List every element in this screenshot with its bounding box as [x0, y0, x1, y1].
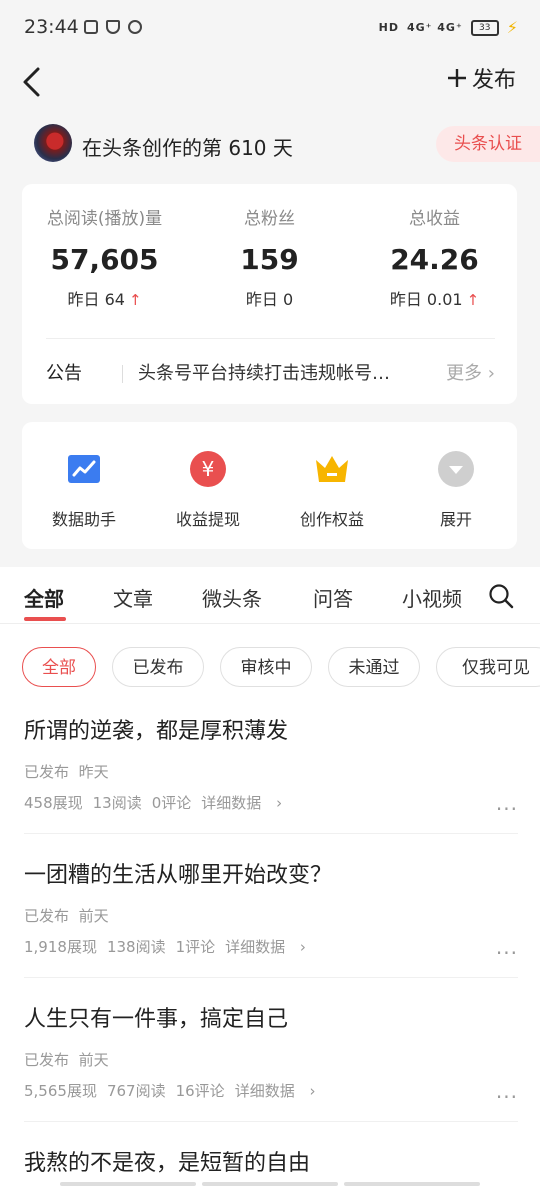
stat-value: 159 [240, 243, 299, 276]
article-item[interactable]: 一团糟的生活从哪里开始改变？ 已发布 前天 1,918展现 138阅读 1评论 详细数… [24, 857, 518, 978]
article-stats: 1,918展现 138阅读 1评论 详细数据 › [24, 938, 306, 956]
tab-qa[interactable]: 问答 [313, 583, 353, 612]
charging-icon: ⚡ [506, 18, 518, 37]
article-stats: 458展现 13阅读 0评论 详细数据 › [24, 794, 283, 812]
article-item[interactable]: 我熬的不是夜，是短暂的自由 [24, 1145, 518, 1185]
article-meta: 已发布 前天 [24, 1051, 109, 1069]
article-stats: 5,565展现 767阅读 16评论 详细数据 › [24, 1082, 316, 1100]
stat-yesterday: 昨日 64 ↑ [67, 290, 142, 309]
tool-expand[interactable]: 展开 [394, 450, 518, 530]
shield-icon [106, 20, 120, 34]
gesture-segment [60, 1182, 196, 1186]
chevron-right-icon: › [487, 363, 495, 384]
plus-icon [447, 69, 466, 87]
filter-all[interactable]: 全部 [22, 647, 96, 687]
stat-label: 总粉丝 [244, 209, 295, 229]
announcement-more-link[interactable]: 更多 › [446, 359, 495, 385]
divider [122, 365, 123, 383]
article-meta: 已发布 前天 [24, 907, 109, 925]
creation-days-text: 在头条创作的第 610 天 [82, 136, 293, 160]
stat-total-income[interactable]: 总收益 24.26 昨日 0.01 ↑ [352, 204, 517, 310]
content-panel: 全部 文章 微头条 问答 小视频 全部 已发布 审核中 未通过 仅我可见 所谓的… [0, 567, 540, 1188]
tool-label: 展开 [439, 510, 472, 529]
tool-label: 数据助手 [51, 510, 116, 529]
crown-icon [316, 456, 348, 482]
more-options-icon[interactable]: ··· [496, 797, 518, 821]
announcement-label: 公告 [46, 363, 82, 384]
profile-row: 在头条创作的第 610 天 头条认证 [0, 124, 540, 166]
toutiao-app-icon [84, 20, 98, 34]
tab-micro-posts[interactable]: 微头条 [202, 583, 262, 612]
stat-yesterday: 昨日 0.01 ↑ [389, 290, 480, 309]
content-tabs: 全部 文章 微头条 问答 小视频 [0, 567, 540, 624]
tool-income-withdraw[interactable]: ¥ 收益提现 [146, 450, 270, 530]
message-icon [128, 20, 142, 34]
tool-label: 收益提现 [175, 510, 240, 529]
filter-published[interactable]: 已发布 [112, 647, 204, 687]
chevron-down-icon [438, 451, 474, 487]
battery-icon: 33 [470, 19, 499, 36]
stat-total-fans[interactable]: 总粉丝 159 昨日 0 [187, 204, 352, 310]
active-tab-indicator [24, 617, 66, 621]
status-right: HD 4G⁺ 4G⁺ 33 ⚡ [379, 18, 518, 37]
publish-button[interactable]: 发布 [446, 62, 516, 94]
tool-label: 创作权益 [299, 510, 364, 529]
stat-total-reads[interactable]: 总阅读(播放)量 57,605 昨日 64 ↑ [22, 204, 187, 310]
search-icon[interactable] [488, 583, 514, 609]
announcement-bar[interactable]: 公告 头条号平台持续打击违规帐号… 更多 › [46, 338, 495, 385]
back-icon[interactable] [18, 64, 54, 100]
signal-icon: 4G⁺ 4G⁺ [406, 21, 463, 34]
detail-data-link[interactable]: 详细数据 › [235, 1082, 316, 1100]
announcement-text: 头条号平台持续打击违规帐号… [138, 363, 390, 384]
status-bar: 23:44 HD 4G⁺ 4G⁺ 33 ⚡ [0, 0, 540, 58]
status-notification-icons [84, 20, 142, 34]
filter-reviewing[interactable]: 审核中 [220, 647, 312, 687]
detail-data-link[interactable]: 详细数据 › [201, 794, 282, 812]
yuan-icon: ¥ [190, 451, 226, 487]
tab-short-videos[interactable]: 小视频 [402, 583, 466, 612]
article-meta: 已发布 昨天 [24, 763, 109, 781]
stat-label: 总收益 [409, 209, 460, 229]
gesture-bar [60, 1182, 480, 1186]
stat-value: 57,605 [50, 243, 159, 276]
hd-icon: HD [378, 21, 399, 34]
detail-data-link[interactable]: 详细数据 › [225, 938, 306, 956]
stat-value: 24.26 [390, 243, 479, 276]
article-item[interactable]: 所谓的逆袭，都是厚积薄发 已发布 昨天 458展现 13阅读 0评论 详细数据 › ·… [24, 713, 518, 834]
avatar[interactable] [34, 124, 72, 162]
gesture-segment [344, 1182, 480, 1186]
svg-text:¥: ¥ [202, 457, 215, 481]
publish-label: 发布 [471, 68, 516, 93]
status-time: 23:44 [24, 16, 79, 38]
filter-private[interactable]: 仅我可见 [436, 647, 540, 687]
arrow-up-icon: ↑ [128, 291, 142, 309]
article-title: 我熬的不是夜，是短暂的自由 [24, 1151, 311, 1176]
stat-label: 总阅读(播放)量 [46, 209, 163, 229]
article-item[interactable]: 人生只有一件事，搞定自己 已发布 前天 5,565展现 767阅读 16评论 详细数据… [24, 1001, 518, 1122]
stat-yesterday: 昨日 0 [245, 290, 294, 309]
tool-data-assistant[interactable]: 数据助手 [22, 450, 146, 530]
tab-articles[interactable]: 文章 [113, 583, 153, 612]
arrow-up-icon: ↑ [466, 291, 480, 309]
article-title: 人生只有一件事，搞定自己 [24, 1007, 289, 1032]
verify-badge-button[interactable]: 头条认证 [436, 126, 540, 162]
top-bar: 发布 [0, 58, 540, 106]
more-options-icon[interactable]: ··· [496, 1085, 518, 1109]
tools-card: 数据助手 ¥ 收益提现 创作权益 展开 [22, 422, 517, 549]
tab-all[interactable]: 全部 [24, 583, 64, 612]
article-title: 所谓的逆袭，都是厚积薄发 [24, 719, 289, 744]
stats-card: 总阅读(播放)量 57,605 昨日 64 ↑ 总粉丝 159 昨日 0 总收益 … [22, 184, 517, 404]
tool-creator-rights[interactable]: 创作权益 [270, 450, 394, 530]
chart-icon [68, 455, 100, 483]
gesture-segment [202, 1182, 338, 1186]
filter-rejected[interactable]: 未通过 [328, 647, 420, 687]
article-title: 一团糟的生活从哪里开始改变？ [24, 863, 333, 888]
more-options-icon[interactable]: ··· [496, 941, 518, 965]
